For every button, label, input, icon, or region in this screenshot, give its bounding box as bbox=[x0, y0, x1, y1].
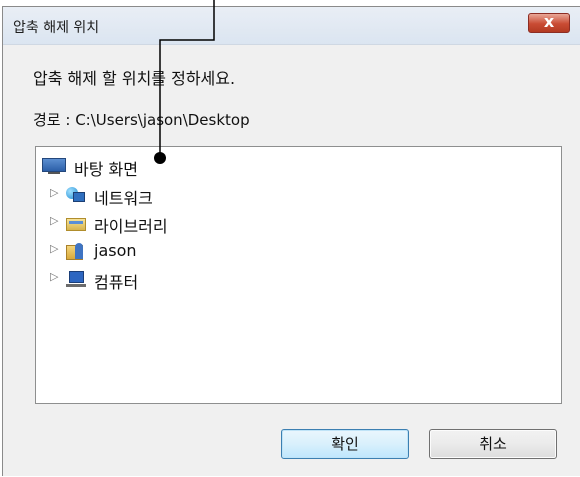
callout-dot bbox=[154, 152, 166, 164]
callout-line bbox=[159, 0, 215, 158]
callout-pointer bbox=[154, 0, 215, 164]
